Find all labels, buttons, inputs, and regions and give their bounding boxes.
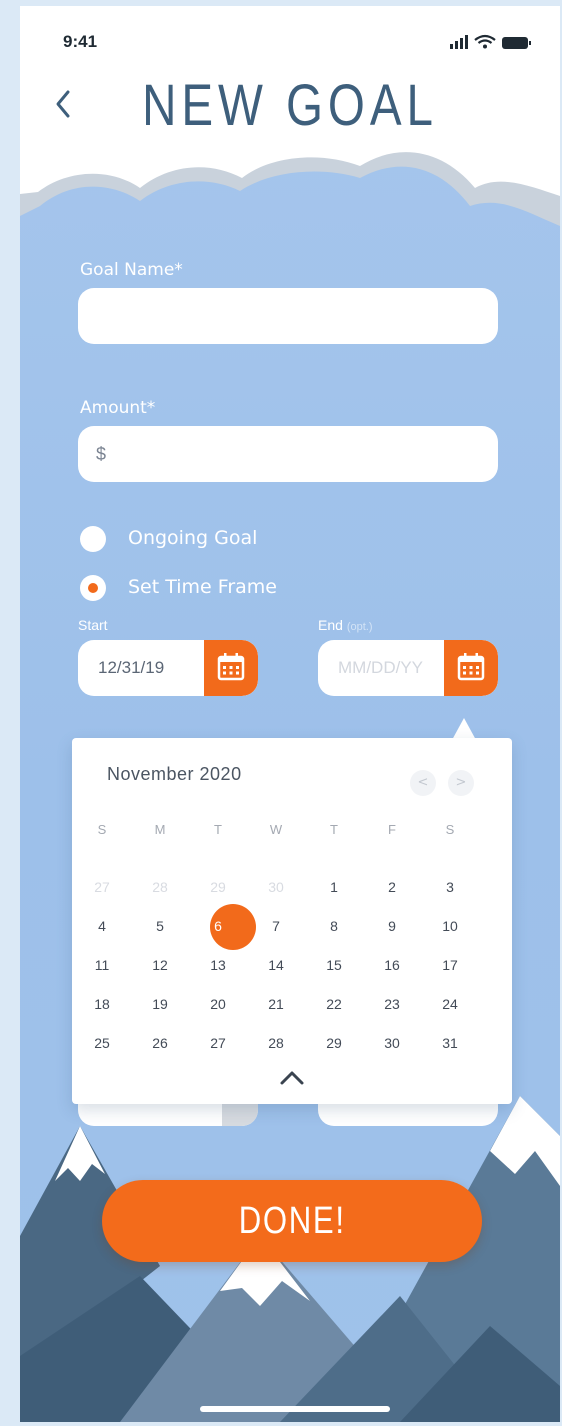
- calendar-day[interactable]: 1: [319, 872, 349, 902]
- chevron-up-icon[interactable]: [276, 1068, 308, 1088]
- status-icons: [450, 34, 531, 49]
- calendar-day[interactable]: 7: [261, 911, 291, 941]
- calendar-day[interactable]: 25: [87, 1028, 117, 1058]
- done-button-label: DONE!: [238, 1200, 346, 1242]
- end-date-field[interactable]: MM/DD/YY: [318, 640, 498, 696]
- calendar-day[interactable]: 23: [377, 989, 407, 1019]
- calendar-day[interactable]: 6: [203, 911, 233, 941]
- calendar-day[interactable]: 28: [261, 1028, 291, 1058]
- start-date-field[interactable]: 12/31/19: [78, 640, 258, 696]
- status-time: 9:41: [63, 32, 98, 51]
- calendar-day[interactable]: 5: [145, 911, 175, 941]
- start-label: Start: [78, 617, 108, 633]
- weekday-header: S: [97, 822, 107, 837]
- ongoing-goal-label[interactable]: Ongoing Goal: [128, 527, 257, 549]
- calendar-day[interactable]: 30: [377, 1028, 407, 1058]
- calendar-day[interactable]: 19: [145, 989, 175, 1019]
- goal-name-input[interactable]: [78, 288, 498, 344]
- end-label-group: End (opt.): [318, 617, 373, 633]
- amount-label: Amount*: [80, 398, 156, 418]
- calendar-day[interactable]: 8: [319, 911, 349, 941]
- set-time-frame-label[interactable]: Set Time Frame: [128, 576, 277, 598]
- radio-selected-dot: [88, 583, 98, 593]
- ongoing-goal-radio[interactable]: [80, 526, 106, 552]
- calendar-day[interactable]: 3: [435, 872, 465, 902]
- weekday-header: W: [269, 822, 283, 837]
- calendar-day[interactable]: 26: [145, 1028, 175, 1058]
- weekday-header: M: [154, 822, 166, 837]
- home-indicator: [200, 1406, 390, 1412]
- calendar-day[interactable]: 15: [319, 950, 349, 980]
- calendar-day[interactable]: 13: [203, 950, 233, 980]
- set-time-frame-radio[interactable]: [80, 575, 106, 601]
- start-calendar-button[interactable]: [204, 640, 258, 696]
- goal-name-label: Goal Name*: [80, 260, 183, 280]
- calendar-day[interactable]: 4: [87, 911, 117, 941]
- prev-month-button[interactable]: <: [410, 770, 436, 796]
- done-button[interactable]: DONE!: [102, 1180, 482, 1262]
- calendar-day[interactable]: 27: [87, 872, 117, 902]
- date-picker-popup: November 2020 < > S M T W T F S 27 28 29 30 1 2 3 4 5 6 7…: [72, 738, 512, 1104]
- battery-icon: [502, 37, 531, 49]
- calendar-day[interactable]: 9: [377, 911, 407, 941]
- end-optional-label: (opt.): [346, 621, 373, 633]
- calendar-day[interactable]: 31: [435, 1028, 465, 1058]
- calendar-day[interactable]: 10: [435, 911, 465, 941]
- start-date-value: 12/31/19: [98, 658, 165, 677]
- calendar-day[interactable]: 30: [261, 872, 291, 902]
- calendar-day[interactable]: 11: [87, 950, 117, 980]
- calendar-day[interactable]: 12: [145, 950, 175, 980]
- weekday-header: S: [445, 822, 455, 837]
- phone-screen: 9:41 NEW GOAL Goal Name* Amount* Ongoing…: [20, 6, 560, 1422]
- calendar-day[interactable]: 28: [145, 872, 175, 902]
- month-label: November 2020: [107, 764, 242, 784]
- calendar-day[interactable]: 29: [319, 1028, 349, 1058]
- page-title: NEW GOAL: [142, 73, 438, 138]
- calendar-day[interactable]: 17: [435, 950, 465, 980]
- calendar-day[interactable]: 24: [435, 989, 465, 1019]
- weekday-header: T: [214, 822, 222, 837]
- calendar-icon: [217, 653, 245, 681]
- wifi-icon: [474, 34, 496, 49]
- calendar-day[interactable]: 20: [203, 989, 233, 1019]
- calendar-day[interactable]: 2: [377, 872, 407, 902]
- signal-icon: [450, 35, 468, 49]
- weekday-header: T: [330, 822, 338, 837]
- calendar-day[interactable]: 22: [319, 989, 349, 1019]
- end-label: End: [318, 617, 343, 633]
- calendar-day[interactable]: 16: [377, 950, 407, 980]
- calendar-icon: [457, 653, 485, 681]
- weekday-header: F: [388, 822, 396, 837]
- end-calendar-button[interactable]: [444, 640, 498, 696]
- end-date-placeholder: MM/DD/YY: [338, 658, 423, 677]
- popup-pointer: [452, 718, 476, 740]
- calendar-day[interactable]: 18: [87, 989, 117, 1019]
- calendar-day[interactable]: 29: [203, 872, 233, 902]
- next-month-button[interactable]: >: [448, 770, 474, 796]
- calendar-day[interactable]: 21: [261, 989, 291, 1019]
- calendar-day[interactable]: 27: [203, 1028, 233, 1058]
- amount-input[interactable]: [78, 426, 498, 482]
- calendar-day[interactable]: 14: [261, 950, 291, 980]
